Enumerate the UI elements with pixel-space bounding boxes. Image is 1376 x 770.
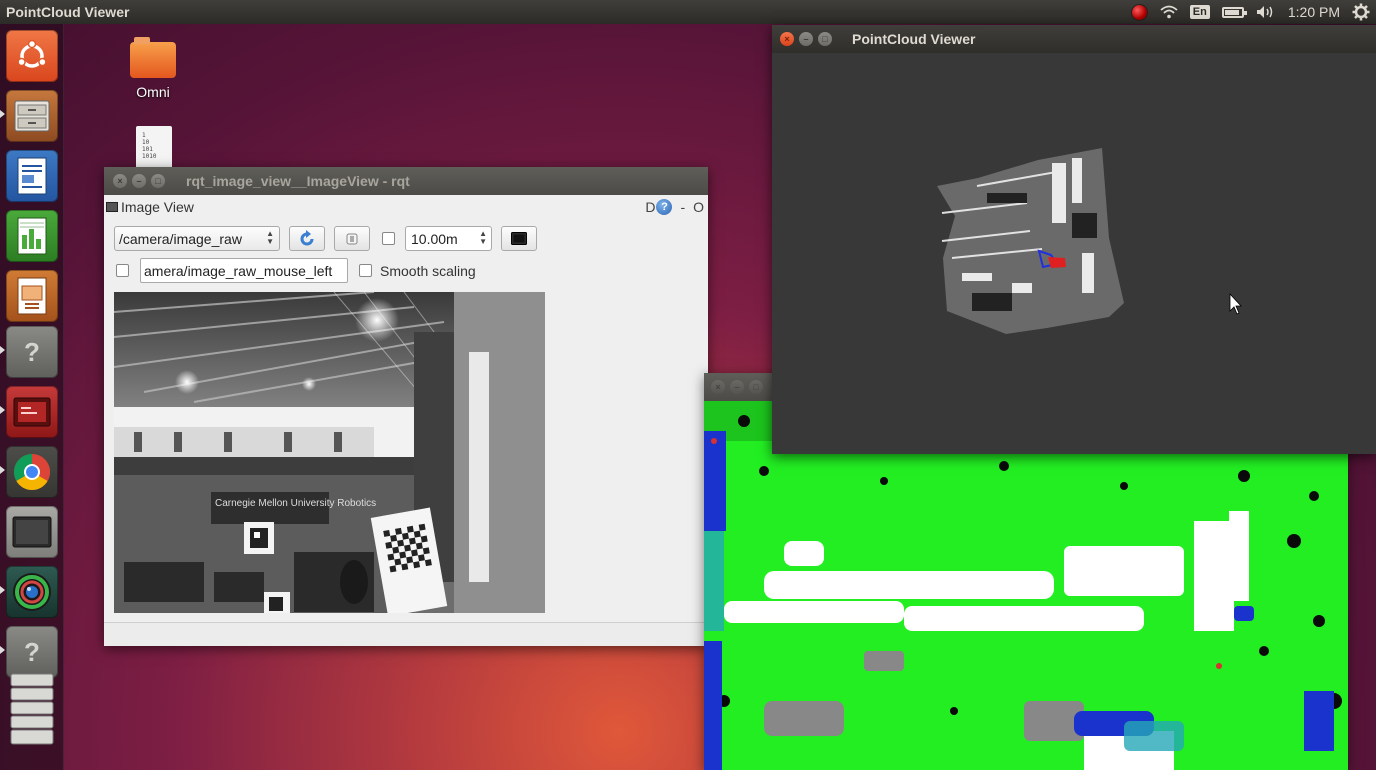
launcher-item-unknown-1[interactable]: ? bbox=[6, 326, 58, 378]
maximize-icon[interactable]: □ bbox=[818, 32, 832, 46]
window-titlebar[interactable]: × – □ rqt_image_view__ImageView - rqt bbox=[104, 167, 708, 195]
writer-document-icon bbox=[17, 157, 47, 195]
launcher: ? ? bbox=[0, 24, 64, 770]
system-tray: En 1:20 PM bbox=[1125, 0, 1376, 24]
desktop-icon-binary-file[interactable]: 1 10 101 1010 bbox=[136, 126, 172, 170]
keyboard-layout-label: En bbox=[1189, 5, 1210, 19]
mouse-toolbar: amera/image_raw_mouse_left Smooth scalin… bbox=[114, 258, 476, 283]
volume-icon[interactable] bbox=[1256, 0, 1276, 24]
chrome-icon bbox=[13, 454, 51, 491]
monitor-icon bbox=[12, 516, 52, 548]
binary-file-icon: 1 10 101 1010 bbox=[136, 126, 172, 170]
image-toolbar: /camera/image_raw ▲ ▼ 10.00m ▲ ▼ bbox=[114, 226, 537, 251]
camera-image-display[interactable]: Carnegie Mellon University Robotics bbox=[114, 292, 545, 613]
dynamic-range-checkbox[interactable] bbox=[382, 232, 395, 245]
topic-combobox-value: /camera/image_raw bbox=[119, 230, 242, 247]
minimize-icon[interactable]: – bbox=[132, 174, 146, 188]
status-bar bbox=[104, 622, 708, 646]
launcher-item-workspaces[interactable] bbox=[6, 673, 58, 745]
launcher-item-writer[interactable] bbox=[6, 150, 58, 202]
window-titlebar[interactable]: × – □ PointCloud Viewer bbox=[772, 25, 1376, 53]
minimize-icon[interactable]: – bbox=[730, 380, 744, 394]
save-image-icon bbox=[511, 232, 527, 245]
wifi-icon[interactable] bbox=[1160, 0, 1178, 24]
record-icon[interactable] bbox=[1130, 0, 1148, 24]
clock[interactable]: 1:20 PM bbox=[1288, 0, 1340, 24]
launcher-item-display[interactable] bbox=[6, 506, 58, 558]
refresh-topics-button[interactable] bbox=[289, 226, 325, 251]
launcher-item-chrome[interactable] bbox=[6, 446, 58, 498]
plugin-header: Image View D ? - O bbox=[104, 195, 708, 219]
impress-presentation-icon bbox=[17, 277, 47, 315]
chevron-updown-icon: ▲ ▼ bbox=[266, 229, 274, 246]
keyboard-layout-indicator[interactable]: En bbox=[1189, 0, 1210, 24]
question-mark-icon: ? bbox=[24, 336, 40, 367]
maximize-icon[interactable]: □ bbox=[151, 174, 165, 188]
chevron-updown-icon: ▲ ▼ bbox=[479, 229, 487, 246]
plugin-title: Image View bbox=[121, 199, 194, 215]
red-terminal-icon bbox=[13, 397, 51, 427]
launcher-item-red-terminal[interactable] bbox=[6, 386, 58, 438]
plugin-minimize-button[interactable]: - bbox=[680, 199, 685, 215]
launcher-item-files[interactable] bbox=[6, 90, 58, 142]
max-depth-value: 10.00m bbox=[411, 230, 458, 247]
help-icon[interactable]: ? bbox=[656, 199, 673, 215]
desktop-icon-label: Omni bbox=[136, 84, 170, 100]
launcher-item-unknown-2[interactable]: ? bbox=[6, 626, 58, 678]
window-title: rqt_image_view__ImageView - rqt bbox=[186, 173, 410, 189]
calc-spreadsheet-icon bbox=[17, 217, 47, 255]
maximize-icon[interactable]: □ bbox=[749, 380, 763, 394]
launcher-item-camera-app[interactable] bbox=[6, 566, 58, 618]
active-app-title: PointCloud Viewer bbox=[6, 4, 130, 20]
max-depth-spinbox[interactable]: 10.00m ▲ ▼ bbox=[405, 226, 492, 251]
lens-icon bbox=[13, 573, 51, 611]
question-mark-icon: ? bbox=[24, 636, 40, 667]
publish-mouse-checkbox[interactable] bbox=[116, 264, 129, 277]
camera-frame: Carnegie Mellon University Robotics bbox=[114, 292, 545, 613]
plugin-close-button[interactable]: O bbox=[693, 199, 704, 215]
close-icon[interactable]: × bbox=[113, 174, 127, 188]
image-view-plugin-icon bbox=[106, 202, 118, 212]
file-cabinet-icon bbox=[14, 100, 50, 132]
mouse-topic-field[interactable]: amera/image_raw_mouse_left bbox=[140, 258, 348, 283]
launcher-item-impress[interactable] bbox=[6, 270, 58, 322]
battery-icon[interactable] bbox=[1221, 0, 1247, 24]
close-icon[interactable]: × bbox=[780, 32, 794, 46]
smooth-scaling-checkbox[interactable] bbox=[359, 264, 372, 277]
window-title: PointCloud Viewer bbox=[852, 31, 976, 47]
rqt-image-view-window: × – □ rqt_image_view__ImageView - rqt Im… bbox=[104, 167, 708, 646]
close-icon[interactable]: × bbox=[711, 380, 725, 394]
pointcloud-render-area[interactable] bbox=[772, 53, 1376, 454]
banner-text: Carnegie Mellon University Robotics bbox=[215, 498, 376, 509]
ubuntu-logo-icon bbox=[17, 39, 47, 68]
minimize-icon[interactable]: – bbox=[799, 32, 813, 46]
zoom-fit-icon bbox=[346, 233, 358, 244]
power-gear-icon[interactable] bbox=[1352, 0, 1370, 24]
pointcloud-viewer-window: × – □ PointCloud Viewer bbox=[772, 25, 1376, 454]
smooth-scaling-label: Smooth scaling bbox=[380, 262, 476, 279]
top-panel: PointCloud Viewer En 1:20 PM bbox=[0, 0, 1376, 24]
save-image-button[interactable] bbox=[501, 226, 537, 251]
launcher-item-ubuntu-dash[interactable] bbox=[6, 30, 58, 82]
zoom-fit-button[interactable] bbox=[334, 226, 370, 251]
folder-icon bbox=[130, 37, 176, 78]
topic-combobox[interactable]: /camera/image_raw ▲ ▼ bbox=[114, 226, 280, 251]
plugin-d-button[interactable]: D bbox=[645, 199, 655, 215]
depth-image-display[interactable] bbox=[704, 401, 1348, 770]
desktop-icon-omni[interactable]: Omni bbox=[130, 37, 176, 100]
stack-icon bbox=[10, 673, 54, 745]
refresh-icon bbox=[300, 229, 314, 245]
launcher-item-calc[interactable] bbox=[6, 210, 58, 262]
